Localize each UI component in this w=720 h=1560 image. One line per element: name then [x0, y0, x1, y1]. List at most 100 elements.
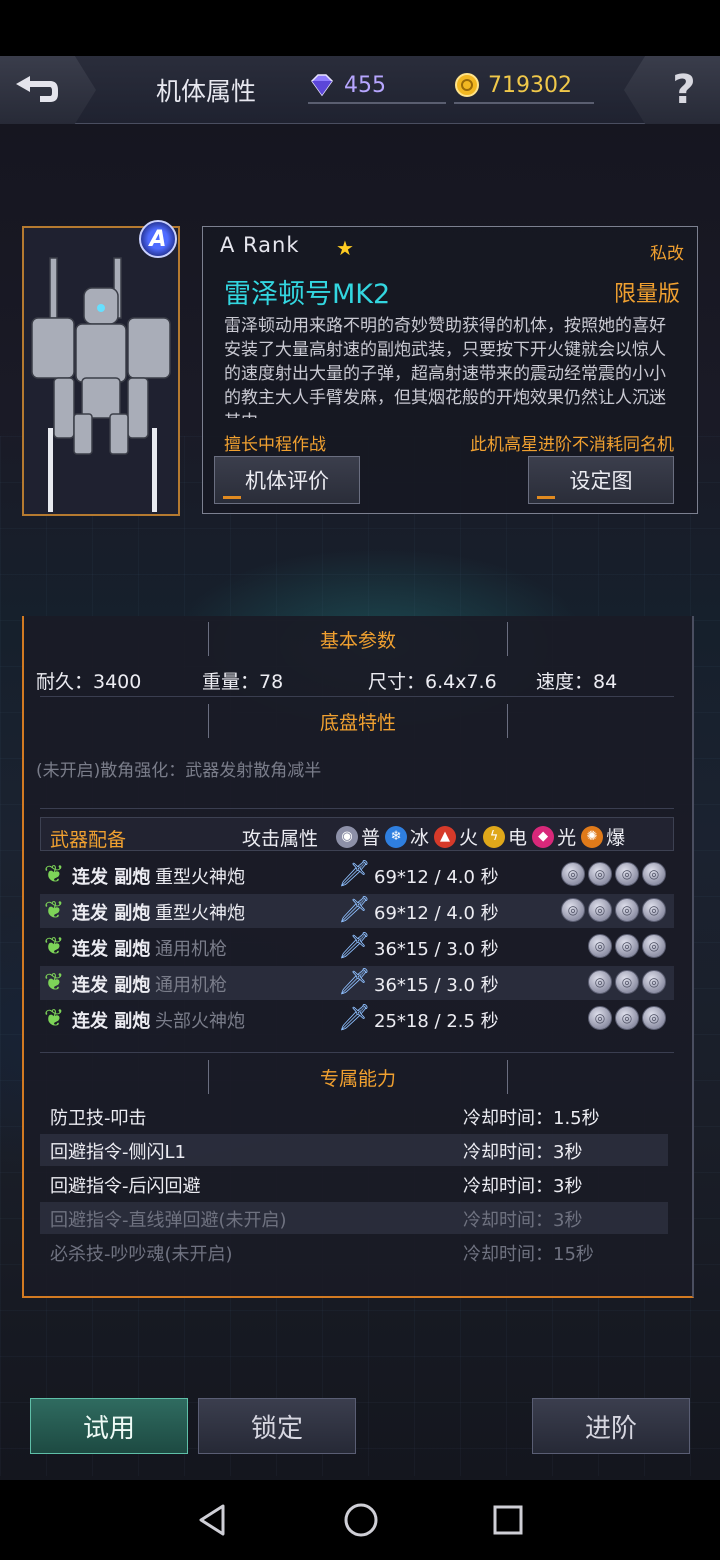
status-bar: [0, 0, 720, 56]
coin-counter[interactable]: 719302: [454, 68, 594, 104]
page-title: 机体属性: [156, 77, 257, 106]
back-arrow-icon: [16, 76, 58, 102]
element-name: 普: [361, 827, 381, 849]
trial-button[interactable]: 试用: [30, 1398, 188, 1454]
weapon-row[interactable]: ❦ 连发 副炮 重型火神炮 🗡 69*12 / 4.0 秒 ◎ ◎ ◎ ◎: [40, 894, 674, 928]
sword-icon: 🗡: [338, 967, 372, 997]
skill-name: 防卫技-叩击: [50, 1108, 147, 1129]
upgrade-slot-icon: ◎: [588, 898, 612, 922]
upgrade-slot-icon: ◎: [615, 970, 639, 994]
upgrade-slot-icon: ◎: [588, 970, 612, 994]
element-name: 火: [459, 827, 479, 849]
leaf-icon: ❦: [44, 1004, 65, 1032]
coin-icon: [455, 73, 479, 97]
upgrade-slots: ◎ ◎ ◎: [588, 970, 666, 994]
upgrade-slot-icon: ◎: [588, 1006, 612, 1030]
nav-home-icon[interactable]: [342, 1501, 380, 1539]
mech-portrait-card[interactable]: [22, 226, 180, 516]
skill-cooldown: 冷却时间：15秒: [463, 1244, 594, 1265]
basic-params-title: 基本参数: [208, 622, 508, 656]
element-name: 爆: [606, 827, 626, 849]
upgrade-slots: ◎ ◎ ◎: [588, 1006, 666, 1030]
weapon-damage: 36*15 / 3.0 秒: [374, 939, 499, 960]
sword-icon: 🗡: [338, 1003, 372, 1033]
skill-name: 必杀技-吵吵魂(未开启): [50, 1244, 233, 1265]
skill-row[interactable]: 必杀技-吵吵魂(未开启) 冷却时间：15秒: [40, 1236, 668, 1268]
weapon-name: 通用机枪: [155, 975, 227, 996]
system-nav-bar: [0, 1480, 720, 1560]
speed-stat: 速度：84: [536, 671, 618, 693]
skill-name: 回避指令-后闪回避: [50, 1176, 201, 1197]
electric-element-icon: ϟ: [483, 825, 506, 848]
durability-stat: 耐久：3400: [36, 671, 142, 693]
weapon-damage: 69*12 / 4.0 秒: [374, 867, 499, 888]
mech-name: 雷泽顿号MK2: [224, 279, 391, 310]
upgrade-slot-icon: ◎: [642, 934, 666, 958]
exclusive-ability-title: 专属能力: [208, 1060, 508, 1094]
chassis-trait: (未开启)散角强化：武器发射散角减半: [36, 761, 322, 781]
skill-row[interactable]: 回避指令-侧闪L1 冷却时间：3秒: [40, 1134, 668, 1166]
weapon-name: 通用机枪: [155, 939, 227, 960]
upgrade-slot-icon: ◎: [615, 862, 639, 886]
weapon-damage: 69*12 / 4.0 秒: [374, 903, 499, 924]
limited-edition-tag: 限量版: [614, 282, 681, 307]
nav-back-icon[interactable]: [195, 1502, 231, 1538]
upgrade-slot-icon: ◎: [561, 862, 585, 886]
upgrade-slots: ◎ ◎ ◎ ◎: [561, 862, 666, 886]
element-legend: ◉ 普 ❄ 冰 ▲ 火 ϟ 电 ◆ 光 ✺ 爆: [336, 823, 627, 850]
weapon-damage: 25*18 / 2.5 秒: [374, 1011, 499, 1032]
sword-icon: 🗡: [338, 931, 372, 961]
upgrade-slot-icon: ◎: [615, 1006, 639, 1030]
advance-button[interactable]: 进阶: [532, 1398, 690, 1454]
upgrade-slot-icon: ◎: [588, 862, 612, 886]
leaf-icon: ❦: [44, 932, 65, 960]
sword-icon: 🗡: [338, 859, 372, 889]
weapon-row[interactable]: ❦ 连发 副炮 头部火神炮 🗡 25*18 / 2.5 秒 ◎ ◎ ◎: [40, 1002, 674, 1036]
leaf-icon: ❦: [44, 896, 65, 924]
gem-count: 455: [344, 72, 386, 98]
element-name: 电: [508, 827, 528, 849]
upgrade-slot-icon: ◎: [615, 898, 639, 922]
nav-recents-icon[interactable]: [491, 1503, 525, 1537]
weapon-type: 连发 副炮: [72, 867, 151, 888]
combat-strength: 擅长中程作战: [224, 435, 326, 455]
upgrade-slot-icon: ◎: [588, 934, 612, 958]
normal-element-icon: ◉: [336, 825, 358, 848]
upgrade-slots: ◎ ◎ ◎: [588, 934, 666, 958]
help-button[interactable]: ?: [624, 56, 720, 124]
skill-row[interactable]: 防卫技-叩击 冷却时间：1.5秒: [40, 1100, 668, 1132]
weapon-name: 重型火神炮: [155, 903, 245, 924]
weapon-row[interactable]: ❦ 连发 副炮 通用机枪 🗡 36*15 / 3.0 秒 ◎ ◎ ◎: [40, 966, 674, 1000]
setting-art-button[interactable]: 设定图: [528, 456, 674, 504]
fire-element-icon: ▲: [434, 825, 457, 848]
lock-button[interactable]: 锁定: [198, 1398, 356, 1454]
chassis-trait-title: 底盘特性: [208, 704, 508, 738]
upgrade-slot-icon: ◎: [642, 1006, 666, 1030]
leaf-icon: ❦: [44, 860, 65, 888]
weapon-row[interactable]: ❦ 连发 副炮 通用机枪 🗡 36*15 / 3.0 秒 ◎ ◎ ◎: [40, 930, 674, 964]
skill-row[interactable]: 回避指令-后闪回避 冷却时间：3秒: [40, 1168, 668, 1200]
weight-stat: 重量：78: [202, 671, 284, 693]
upgrade-slot-icon: ◎: [642, 898, 666, 922]
leaf-icon: ❦: [44, 968, 65, 996]
divider: [40, 1052, 674, 1053]
gem-counter[interactable]: 455: [308, 68, 446, 104]
mech-robot-image: [24, 228, 178, 514]
element-name: 冰: [410, 827, 430, 849]
weapon-name: 头部火神炮: [155, 1011, 245, 1032]
explosion-element-icon: ✺: [581, 825, 604, 848]
skill-row[interactable]: 回避指令-直线弹回避(未开启) 冷却时间：3秒: [40, 1202, 668, 1234]
mech-review-button[interactable]: 机体评价: [214, 456, 360, 504]
rank-label: A Rank: [220, 233, 300, 257]
back-button[interactable]: [0, 56, 96, 124]
skill-cooldown: 冷却时间：3秒: [463, 1142, 583, 1163]
ice-element-icon: ❄: [385, 825, 408, 848]
skill-cooldown: 冷却时间：1.5秒: [463, 1108, 600, 1129]
weapon-type: 连发 副炮: [72, 903, 151, 924]
light-element-icon: ◆: [532, 825, 555, 848]
mech-description: 雷泽顿动用来路不明的奇妙赞助获得的机体，按照她的喜好安装了大量高射速的副炮武装，…: [224, 316, 666, 418]
weapon-row[interactable]: ❦ 连发 副炮 重型火神炮 🗡 69*12 / 4.0 秒 ◎ ◎ ◎ ◎: [40, 858, 674, 892]
upgrade-slot-icon: ◎: [615, 934, 639, 958]
rank-a-badge-icon: A: [139, 220, 177, 258]
mech-attribute-screen: 机体属性 455 719302 ? A A Rank ★ 私改 雷泽顿号MK2 …: [0, 56, 720, 1480]
